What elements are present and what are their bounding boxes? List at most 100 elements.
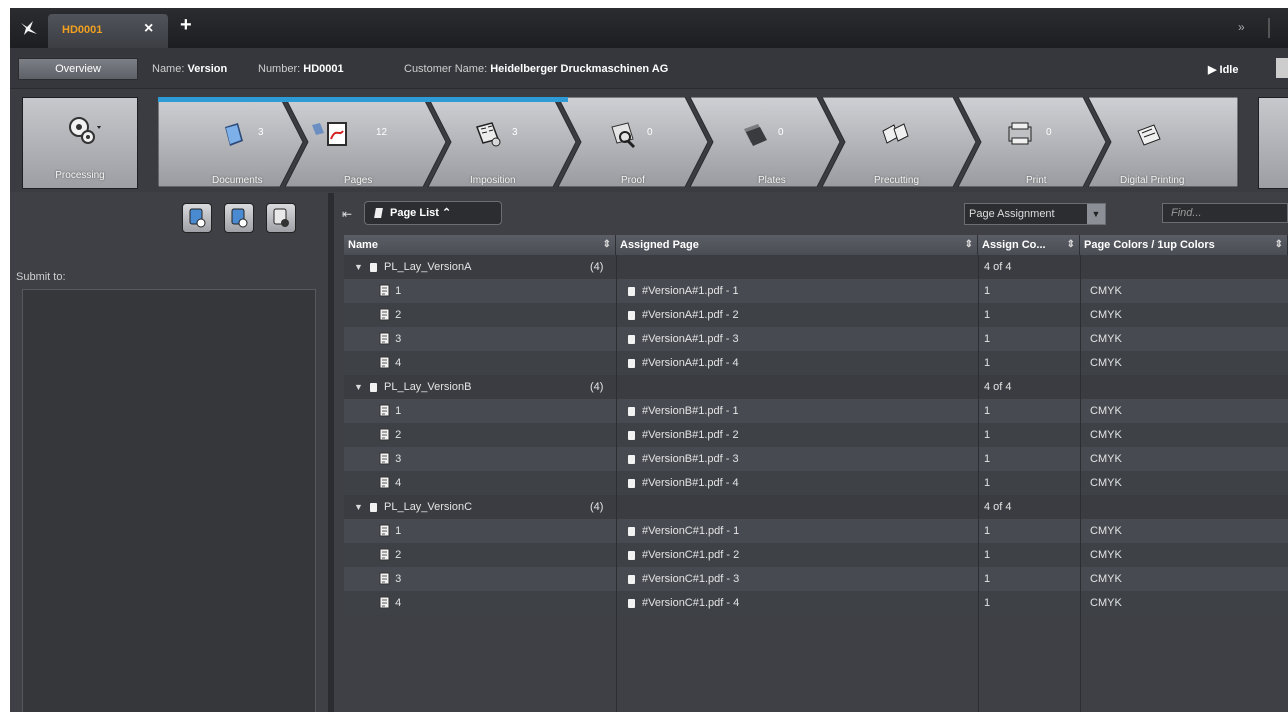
table-row[interactable]: 3 #VersionB#1.pdf - 3 1 CMYK [344, 447, 1288, 471]
sort-icon: ⇕ [964, 239, 973, 250]
expand-triangle-icon[interactable]: ▼ [354, 495, 363, 519]
imposition-icon [476, 122, 501, 147]
step-imposition[interactable]: 3 Imposition [450, 97, 570, 187]
page-list-dropdown[interactable]: Page List ⌃ [364, 201, 502, 225]
submit-panel: Submit to: [10, 193, 328, 712]
page-name: 4 [378, 591, 401, 615]
step-print[interactable]: 0 Print [990, 97, 1100, 187]
job-number: Number: HD0001 [258, 63, 344, 75]
page-name-text: 1 [395, 525, 402, 537]
submit-target-list[interactable] [22, 289, 316, 712]
customer-name: Customer Name: Heidelberger Druckmaschin… [404, 63, 668, 75]
step-pages[interactable]: 12 Pages [310, 97, 430, 187]
proof-icon [611, 122, 636, 149]
tab-menu-icon[interactable]: » [1238, 20, 1245, 34]
status-button[interactable] [1276, 58, 1288, 78]
page-icon [378, 428, 392, 441]
table-row[interactable]: 1 #VersionB#1.pdf - 1 1 CMYK [344, 399, 1288, 423]
step-documents[interactable]: 3 Documents [200, 97, 300, 187]
assign-count: 1 [984, 357, 991, 369]
submit-remove-button[interactable] [224, 203, 254, 233]
processing-button[interactable]: Processing [22, 97, 138, 189]
proof-label: Proof [621, 175, 645, 186]
customer-name-label: Customer Name: [404, 63, 488, 75]
pdf-doc-icon [628, 406, 635, 416]
column-header-assign-count[interactable]: Assign Co... ⇕ [978, 235, 1080, 255]
tab-job[interactable]: HD0001 × [48, 14, 168, 48]
pdf-doc-icon [628, 334, 635, 344]
table-row[interactable]: 2 #VersionA#1.pdf - 2 1 CMYK [344, 303, 1288, 327]
step-precutting[interactable]: Precutting [850, 97, 970, 187]
page-name-text: 4 [395, 597, 402, 609]
expand-triangle-icon[interactable]: ▼ [354, 375, 363, 399]
page-colors: CMYK [1090, 405, 1122, 417]
overview-button[interactable]: Overview [18, 58, 138, 80]
page-list-panel: ⇤ Page List ⌃ Page Assignment ▼ Name ⇕ As… [334, 193, 1288, 712]
customer-name-value: Heidelberger Druckmaschinen AG [490, 63, 669, 75]
add-tab-icon[interactable]: + [180, 14, 192, 37]
assign-count: 1 [984, 429, 991, 441]
page-name: 2 [378, 303, 401, 327]
proof-count: 0 [647, 127, 653, 138]
workflow-bar: Processing 3 Documents 12 Pages 3 Imposi… [10, 89, 1288, 192]
table-row[interactable]: 3 #VersionC#1.pdf - 3 1 CMYK [344, 567, 1288, 591]
group-row[interactable]: ▼ PL_Lay_VersionC (4) 4 of 4 [344, 495, 1288, 519]
assignment-select[interactable]: Page Assignment ▼ [964, 203, 1106, 225]
page-icon [378, 284, 392, 297]
group-row[interactable]: ▼ PL_Lay_VersionA (4) 4 of 4 [344, 255, 1288, 279]
assign-count: 1 [984, 309, 991, 321]
pdf-doc-icon [628, 358, 635, 368]
submit-settings-button[interactable] [266, 203, 296, 233]
expand-triangle-icon[interactable]: ▼ [354, 255, 363, 279]
documents-count: 3 [258, 127, 264, 138]
workflow-next-button[interactable] [1258, 97, 1288, 189]
page-name-text: 4 [395, 357, 402, 369]
app-logo-icon[interactable] [20, 20, 38, 36]
group-assign-count: 4 of 4 [984, 381, 1012, 393]
step-digital-printing[interactable]: Digital Printing [1100, 97, 1240, 187]
table-row[interactable]: 4 #VersionB#1.pdf - 4 1 CMYK [344, 471, 1288, 495]
imposition-label: Imposition [470, 175, 516, 186]
job-name-value: Version [187, 63, 228, 75]
page-colors: CMYK [1090, 453, 1122, 465]
table-row[interactable]: 4 #VersionC#1.pdf - 4 1 CMYK [344, 591, 1288, 615]
submit-to-label: Submit to: [16, 271, 66, 283]
page-colors: CMYK [1090, 333, 1122, 345]
group-name: PL_Lay_VersionC [370, 495, 472, 519]
pdf-doc-icon [628, 598, 635, 608]
page-name-text: 2 [395, 309, 402, 321]
column-header-name[interactable]: Name ⇕ [344, 235, 616, 255]
tab-close-icon[interactable]: × [144, 20, 153, 38]
page-colors: CMYK [1090, 549, 1122, 561]
table-row[interactable]: 1 #VersionC#1.pdf - 1 1 CMYK [344, 519, 1288, 543]
assigned-page-text: #VersionC#1.pdf - 2 [642, 549, 740, 561]
table-row[interactable]: 2 #VersionC#1.pdf - 2 1 CMYK [344, 543, 1288, 567]
job-info-bar: Overview Name: Version Number: HD0001 Cu… [10, 48, 1288, 89]
group-name: PL_Lay_VersionB [370, 375, 471, 399]
assign-count: 1 [984, 453, 991, 465]
assign-count: 1 [984, 573, 991, 585]
column-header-assigned-page[interactable]: Assigned Page ⇕ [616, 235, 978, 255]
table-row[interactable]: 3 #VersionA#1.pdf - 3 1 CMYK [344, 327, 1288, 351]
page-icon [378, 404, 392, 417]
assigned-page: #VersionA#1.pdf - 3 [628, 327, 739, 351]
step-plates[interactable]: 0 Plates [720, 97, 830, 187]
pdf-doc-icon [628, 430, 635, 440]
step-proof[interactable]: 0 Proof [585, 97, 695, 187]
assigned-page: #VersionB#1.pdf - 1 [628, 399, 739, 423]
job-status[interactable]: ▶ Idle [1208, 63, 1238, 76]
collapse-icon[interactable]: ⇤ [342, 207, 352, 221]
table-row[interactable]: 4 #VersionA#1.pdf - 4 1 CMYK [344, 351, 1288, 375]
group-row[interactable]: ▼ PL_Lay_VersionB (4) 4 of 4 [344, 375, 1288, 399]
column-header-page-colors[interactable]: Page Colors / 1up Colors ⇕ [1080, 235, 1288, 255]
submit-add-button[interactable] [182, 203, 212, 233]
table-row[interactable]: 1 #VersionA#1.pdf - 1 1 CMYK [344, 279, 1288, 303]
table-row[interactable]: 2 #VersionB#1.pdf - 2 1 CMYK [344, 423, 1288, 447]
page-icon [378, 572, 392, 585]
find-input[interactable] [1162, 203, 1288, 223]
assigned-page: #VersionB#1.pdf - 2 [628, 423, 739, 447]
page-icon [378, 452, 392, 465]
precutting-label: Precutting [874, 175, 920, 186]
group-assign-count: 4 of 4 [984, 501, 1012, 513]
gears-icon [69, 117, 101, 144]
